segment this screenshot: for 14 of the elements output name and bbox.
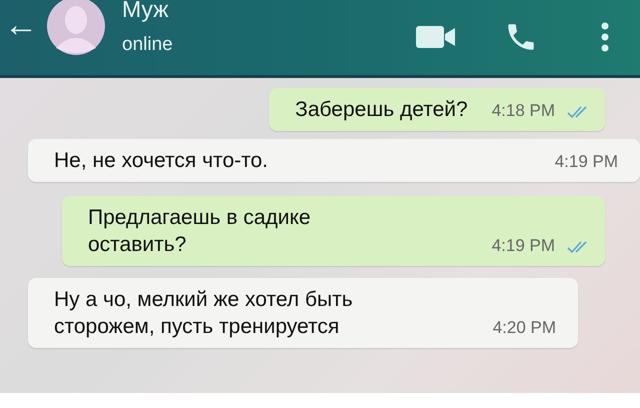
message-time: 4:19 PM <box>490 234 555 256</box>
message-time: 4:18 PM <box>490 100 555 122</box>
message-text: Заберешь детей? <box>295 97 468 123</box>
message-text: Ну а чо, мелкий же хотел быть сторожем, пусть тренируется <box>54 287 353 340</box>
avatar-icon <box>46 0 106 56</box>
back-button[interactable]: ← <box>0 8 42 42</box>
menu-button[interactable] <box>600 22 610 52</box>
message-text: Не, не хочется что-то. <box>54 148 268 174</box>
contact-name: Муж <box>122 0 170 21</box>
contact-status: online <box>122 35 173 54</box>
message-text: Предлагаешь в садике оставить? <box>88 205 311 258</box>
message-time: 4:20 PM <box>492 316 556 338</box>
message-time: 4:19 PM <box>554 150 618 172</box>
video-call-button[interactable] <box>416 24 456 50</box>
